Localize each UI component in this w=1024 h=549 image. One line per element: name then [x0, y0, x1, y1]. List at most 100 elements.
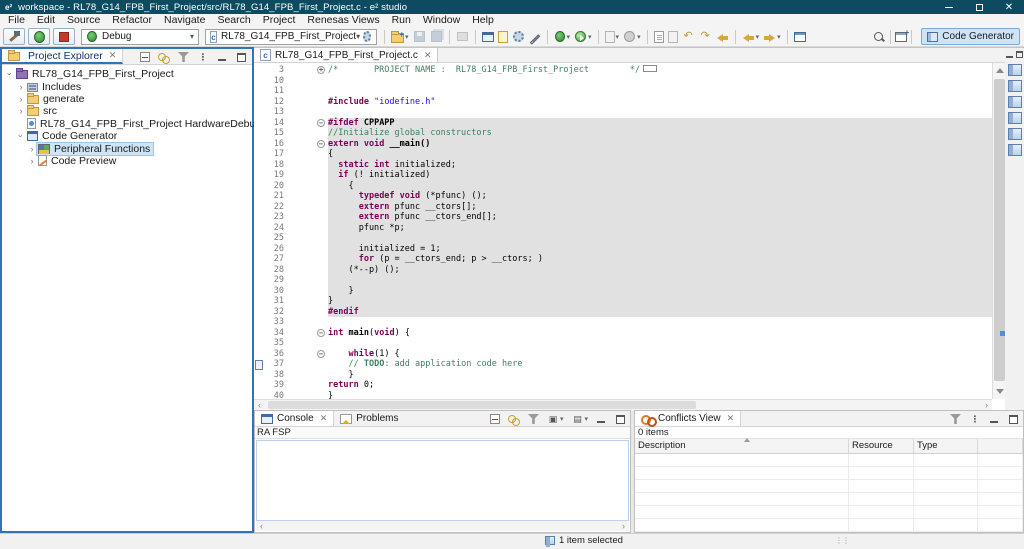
project-combo[interactable]: c RL78_G14_FPB_First_Project ▾ — [205, 29, 377, 45]
debug-button[interactable] — [28, 28, 50, 45]
fold-toggle-icon[interactable]: − — [314, 118, 328, 129]
code-line[interactable]: 30 } — [254, 286, 992, 297]
maximize-button[interactable] — [1005, 414, 1018, 424]
column-header-resource[interactable]: Resource — [849, 439, 914, 453]
tree-item-rl78-g14-fpb-first-project[interactable]: ›RL78_G14_FPB_First_Project — [2, 68, 252, 80]
code-editor[interactable]: 3+/* PROJECT NAME : RL78_G14_FPB_First_P… — [254, 63, 992, 399]
table-row[interactable] — [635, 480, 1023, 493]
code-line[interactable]: 34−int main(void) { — [254, 328, 992, 339]
tree-item-code-generator[interactable]: ›Code Generator — [2, 130, 252, 142]
pin-console-button[interactable] — [524, 413, 539, 424]
run-dropdown[interactable]: ▾ — [574, 30, 592, 43]
debug-combo[interactable]: Debug ▾ — [81, 29, 199, 45]
close-window-button[interactable]: ✕ — [994, 0, 1024, 14]
show-console-on-output-button[interactable] — [486, 413, 500, 424]
code-line[interactable]: 32#endif — [254, 307, 992, 318]
menu-refactor[interactable]: Refactor — [106, 14, 158, 27]
code-line[interactable]: 13 — [254, 107, 992, 118]
expand-arrow-icon[interactable]: › — [16, 106, 26, 116]
code-line[interactable]: 28 (*--p) (); — [254, 265, 992, 276]
collapse-all-button[interactable] — [136, 51, 150, 62]
gear-icon[interactable] — [363, 31, 371, 42]
code-line[interactable]: 27 for (p = __ctors_end; p > __ctors; ) — [254, 254, 992, 265]
filter-button[interactable] — [946, 413, 961, 424]
statusbar-drag-handle[interactable]: ⋮⋮ — [835, 536, 849, 545]
table-row[interactable] — [635, 454, 1023, 467]
minimized-view-3-icon[interactable] — [1008, 96, 1022, 108]
menu-run[interactable]: Run — [386, 14, 417, 27]
code-line[interactable]: 20 { — [254, 181, 992, 192]
minimize-editor-button[interactable] — [1006, 56, 1013, 58]
redo-button[interactable]: ↷ — [699, 30, 712, 43]
tab-source-file[interactable]: c RL78_G14_FPB_First_Project.c ✕ — [254, 48, 438, 62]
column-header-description[interactable]: Description — [635, 439, 849, 453]
show-console-on-error-button[interactable] — [504, 413, 520, 425]
code-line[interactable]: 26 initialized = 1; — [254, 244, 992, 255]
tree-item-generate[interactable]: ›generate — [2, 93, 252, 105]
minimized-view-6-icon[interactable] — [1008, 144, 1022, 156]
view-menu-button[interactable]: ⋮ — [193, 51, 209, 63]
menu-window[interactable]: Window — [417, 14, 466, 27]
tree-item-src[interactable]: ›src — [2, 105, 252, 117]
scroll-down-arrow[interactable] — [996, 389, 1004, 394]
maximize-button[interactable] — [233, 52, 246, 62]
build-log-button[interactable] — [498, 31, 508, 43]
minimized-view-1-icon[interactable] — [1008, 64, 1022, 76]
scrollbar-thumb[interactable] — [268, 401, 696, 409]
view-menu-button[interactable]: ⋮ — [965, 413, 981, 425]
new-window-button[interactable] — [794, 31, 806, 42]
search-file-button[interactable] — [668, 31, 678, 43]
code-line[interactable]: 23 extern pfunc __ctors_end[]; — [254, 212, 992, 223]
code-line[interactable]: 14−#ifdef CPPAPP — [254, 118, 992, 129]
code-line[interactable]: 38 } — [254, 370, 992, 381]
external-tools-dropdown[interactable]: ▾ — [623, 30, 641, 43]
tab-conflicts-view[interactable]: Conflicts View ✕ — [635, 411, 741, 426]
new-file-button[interactable] — [654, 31, 664, 43]
tree-item-code-preview[interactable]: ›Code Preview — [2, 155, 252, 167]
menu-source[interactable]: Source — [61, 14, 106, 27]
code-line[interactable]: 31} — [254, 296, 992, 307]
close-icon[interactable]: ✕ — [109, 50, 117, 61]
settings-button[interactable] — [512, 30, 525, 43]
scroll-left-arrow[interactable]: ‹ — [260, 523, 263, 530]
fold-toggle-icon[interactable]: − — [314, 328, 328, 339]
code-line[interactable]: 18 static int initialized; — [254, 160, 992, 171]
filter-button[interactable] — [174, 51, 189, 62]
forward-dropdown[interactable]: ▾ — [763, 30, 781, 43]
expand-arrow-icon[interactable]: › — [5, 69, 15, 79]
code-line[interactable]: 12#include "iodefine.h" — [254, 97, 992, 108]
scroll-left-arrow[interactable]: ‹ — [258, 402, 261, 409]
minimized-view-2-icon[interactable] — [1008, 80, 1022, 92]
fold-toggle-icon[interactable]: − — [314, 349, 328, 360]
code-line[interactable]: 36− while(1) { — [254, 349, 992, 360]
table-row[interactable] — [635, 467, 1023, 480]
code-line[interactable]: 21 typedef void (*pfunc) (); — [254, 191, 992, 202]
minimized-view-4-icon[interactable] — [1008, 112, 1022, 124]
save-button[interactable] — [413, 30, 426, 43]
open-console-dropdown[interactable]: ▤▾ — [567, 413, 588, 425]
code-line[interactable]: 15//Initialize global constructors — [254, 128, 992, 139]
minimize-button[interactable] — [213, 51, 229, 63]
editor-horizontal-scrollbar[interactable]: ‹ › — [254, 399, 992, 410]
expand-arrow-icon[interactable]: › — [16, 94, 26, 104]
tree-item-peripheral-functions[interactable]: ›Peripheral Functions — [2, 142, 252, 154]
column-header-type[interactable]: Type — [914, 439, 978, 453]
maximize-button[interactable] — [612, 414, 625, 424]
console-horizontal-scrollbar[interactable]: ‹ › — [256, 521, 629, 531]
fold-toggle-icon[interactable]: + — [314, 65, 328, 76]
tree-item-rl78-g14-fpb-first-project-hardwaredebug-launch[interactable]: RL78_G14_FPB_First_Project HardwareDebug… — [2, 118, 252, 130]
code-line[interactable]: 16−extern void __main() — [254, 139, 992, 150]
table-row[interactable] — [635, 519, 1023, 532]
build-button[interactable] — [3, 28, 25, 45]
minimize-window-button[interactable] — [934, 0, 964, 14]
minimize-button[interactable] — [985, 413, 1001, 425]
scroll-right-arrow[interactable]: › — [985, 402, 988, 409]
scroll-up-arrow[interactable] — [996, 68, 1004, 73]
undo-button[interactable]: ↶ — [682, 30, 695, 43]
close-icon[interactable]: ✕ — [727, 413, 735, 424]
link-with-editor-button[interactable] — [154, 51, 170, 63]
tab-problems[interactable]: Problems — [334, 411, 408, 426]
scroll-right-arrow[interactable]: › — [622, 523, 625, 530]
tree-item-includes[interactable]: ›Includes — [2, 80, 252, 92]
table-row[interactable] — [635, 493, 1023, 506]
